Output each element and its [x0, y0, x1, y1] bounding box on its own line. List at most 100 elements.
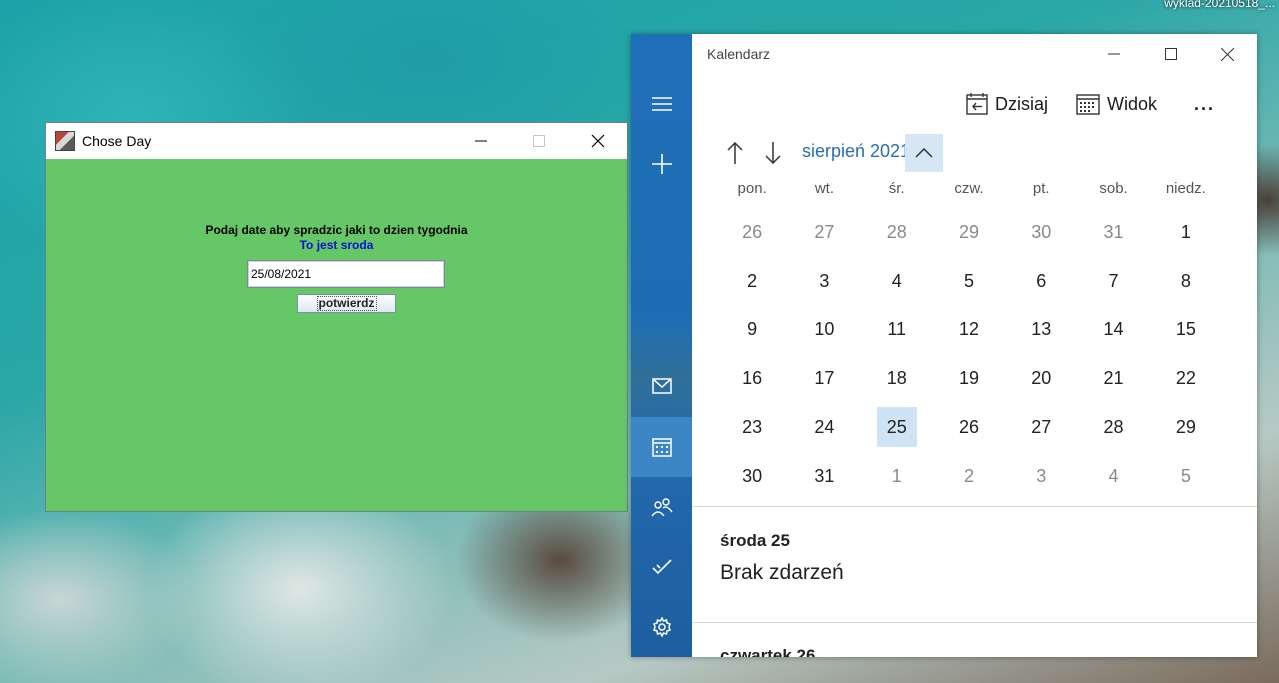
chose-day-titlebar[interactable]: Chose Day — [46, 123, 627, 159]
day-number: 17 — [814, 368, 835, 389]
day-number: 1 — [891, 465, 902, 486]
date-input[interactable] — [247, 260, 445, 288]
day-number: 9 — [747, 319, 758, 340]
week-row: 26 27 28 29 30 31 1 — [716, 208, 1222, 257]
confirm-button[interactable]: potwierdz — [297, 294, 396, 313]
calendar-titlebar[interactable]: Kalendarz — [692, 34, 1257, 74]
day-cell[interactable]: 19 — [933, 354, 1005, 403]
day-cell[interactable]: 23 — [716, 403, 788, 452]
day-cell[interactable]: 3 — [1005, 452, 1077, 501]
day-cell[interactable]: 29 — [1150, 403, 1222, 452]
todo-button[interactable] — [631, 537, 692, 597]
day-cell[interactable]: 29 — [933, 208, 1005, 257]
day-cell[interactable]: 10 — [788, 306, 860, 355]
close-button[interactable] — [575, 123, 621, 159]
calendar-minimize-button[interactable] — [1085, 34, 1142, 74]
day-cell[interactable]: 12 — [933, 306, 1005, 355]
day-number: 26 — [742, 221, 763, 242]
mail-button[interactable] — [631, 356, 692, 416]
day-cell[interactable]: 22 — [1150, 354, 1222, 403]
day-cell[interactable]: 16 — [716, 354, 788, 403]
day-cell[interactable]: 24 — [788, 403, 860, 452]
day-cell[interactable]: 31 — [788, 452, 860, 501]
day-cell[interactable]: 4 — [1077, 452, 1149, 501]
day-cell[interactable]: 6 — [1005, 257, 1077, 306]
day-cell[interactable]: 18 — [861, 354, 933, 403]
day-number: 4 — [1108, 465, 1119, 486]
more-button[interactable]: ... — [1194, 86, 1215, 122]
month-title[interactable]: sierpień 2021 — [802, 141, 910, 162]
day-cell[interactable]: 13 — [1005, 306, 1077, 355]
day-cell[interactable]: 1 — [1150, 208, 1222, 257]
calendar-close-button[interactable] — [1199, 34, 1256, 74]
day-cell[interactable]: 14 — [1077, 306, 1149, 355]
week-row: 2 3 4 5 6 7 8 — [716, 257, 1222, 306]
day-cell[interactable]: 7 — [1077, 257, 1149, 306]
new-event-button[interactable] — [631, 134, 692, 194]
people-button[interactable] — [631, 477, 692, 537]
weekday-header: pon. wt. śr. czw. pt. sob. niedz. — [716, 180, 1222, 208]
weekday-label: pt. — [1032, 180, 1050, 197]
java-app-icon — [55, 131, 75, 151]
day-cell[interactable]: 21 — [1077, 354, 1149, 403]
day-cell[interactable]: 2 — [716, 257, 788, 306]
day-cell[interactable]: 5 — [933, 257, 1005, 306]
day-cell[interactable]: 27 — [1005, 403, 1077, 452]
maximize-icon — [533, 135, 545, 147]
day-number: 3 — [1036, 465, 1047, 486]
month-grid: pon. wt. śr. czw. pt. sob. niedz. 26 27 28 29 30 31… — [716, 180, 1222, 501]
day-cell[interactable]: 9 — [716, 306, 788, 355]
day-cell[interactable]: 3 — [788, 257, 860, 306]
desktop-file-label[interactable]: wyklad-20210518_... — [1164, 0, 1275, 10]
day-number: 16 — [742, 368, 763, 389]
next-month-button[interactable] — [754, 134, 792, 172]
settings-button[interactable] — [631, 597, 692, 657]
day-cell[interactable]: 26 — [933, 403, 1005, 452]
previous-month-button[interactable] — [716, 134, 754, 172]
calendar-app-title: Kalendarz — [707, 46, 771, 62]
chevron-up-icon — [915, 148, 933, 158]
day-cell[interactable]: 30 — [1005, 208, 1077, 257]
day-number: 12 — [958, 319, 979, 340]
today-button[interactable]: Dzisiaj — [966, 86, 1048, 122]
calendar-maximize-button[interactable] — [1142, 34, 1199, 74]
day-number: 6 — [1036, 270, 1047, 291]
day-cell[interactable]: 28 — [1077, 403, 1149, 452]
collapse-month-button[interactable] — [905, 134, 943, 172]
day-cell[interactable]: 26 — [716, 208, 788, 257]
day-cell[interactable]: 1 — [861, 452, 933, 501]
minimize-icon — [475, 140, 487, 142]
chose-day-window: Chose Day Podaj date aby spradzic jaki t… — [45, 122, 628, 512]
day-cell[interactable]: 27 — [788, 208, 860, 257]
view-button[interactable]: Widok — [1076, 86, 1157, 122]
day-cell[interactable]: 5 — [1150, 452, 1222, 501]
selected-day-cell[interactable]: 25 — [861, 403, 933, 452]
calendar-toolbar: Dzisiaj Widok ... — [692, 86, 1257, 122]
menu-button[interactable] — [631, 74, 692, 134]
day-number: 4 — [891, 270, 902, 291]
close-icon — [591, 134, 605, 148]
day-cell[interactable]: 11 — [861, 306, 933, 355]
week-row: 16 17 18 19 20 21 22 — [716, 354, 1222, 403]
people-icon — [650, 498, 673, 517]
day-number: 11 — [887, 319, 907, 340]
day-cell[interactable]: 15 — [1150, 306, 1222, 355]
day-number: 30 — [1031, 221, 1052, 242]
day-cell[interactable]: 17 — [788, 354, 860, 403]
day-cell[interactable]: 31 — [1077, 208, 1149, 257]
day-cell[interactable]: 8 — [1150, 257, 1222, 306]
minimize-button[interactable] — [458, 123, 504, 159]
day-cell[interactable]: 4 — [861, 257, 933, 306]
calendar-button[interactable] — [631, 417, 692, 477]
day-cell[interactable]: 2 — [933, 452, 1005, 501]
day-cell[interactable]: 20 — [1005, 354, 1077, 403]
day-cell[interactable]: 28 — [861, 208, 933, 257]
week-row: 9 10 11 12 13 14 15 — [716, 306, 1222, 355]
month-navigation: sierpień 2021 — [692, 134, 1257, 172]
gear-icon — [652, 617, 671, 637]
day-cell[interactable]: 30 — [716, 452, 788, 501]
plus-icon — [651, 154, 672, 174]
day-number: 27 — [814, 221, 835, 242]
arrow-down-icon — [765, 142, 781, 164]
day-number: 20 — [1031, 368, 1052, 389]
